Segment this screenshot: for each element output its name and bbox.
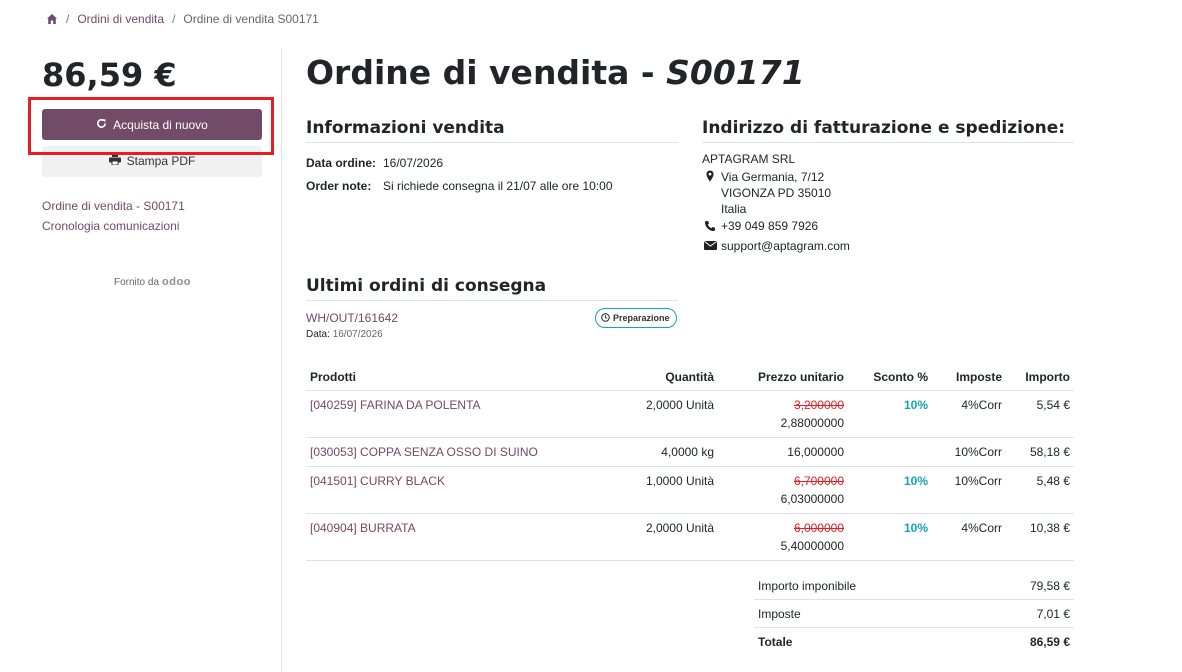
order-amount: 86,59 €	[42, 56, 177, 94]
address-city: VIGONZA PD 35010	[721, 186, 832, 200]
line-quantity: 1,0000 Unità	[564, 466, 718, 514]
line-taxes: 4%Corr	[932, 390, 1006, 438]
total-label: Totale	[758, 634, 793, 649]
line-product-link[interactable]: [040904] BURRATA	[306, 513, 564, 561]
table-row: [040904] BURRATA 2,0000 Unità 6,000000 5…	[306, 513, 1074, 561]
breadcrumb: / Ordini di vendita / Ordine di vendita …	[46, 12, 319, 26]
totals-table: Importo imponibile 79,58 € Imposte 7,01 …	[754, 572, 1074, 655]
powered-by: Fornito da odoo	[114, 276, 191, 288]
total-value: 86,59 €	[1029, 634, 1070, 649]
line-amount: 58,18 €	[1006, 437, 1074, 467]
status-badge: Preparazione	[595, 308, 677, 328]
line-amount: 5,54 €	[1006, 390, 1074, 438]
table-row: [041501] CURRY BLACK 1,0000 Unità 6,7000…	[306, 466, 1074, 514]
section-divider	[702, 142, 1074, 143]
delivery-date: Data: 16/07/2026	[306, 329, 383, 340]
powered-by-label: Fornito da	[114, 276, 160, 288]
untaxed-value: 79,58 €	[974, 572, 1074, 600]
line-amount: 10,38 €	[1006, 513, 1074, 561]
line-price: 16,000000	[787, 445, 844, 459]
print-pdf-label: Stampa PDF	[126, 153, 196, 168]
phone-icon	[704, 220, 716, 232]
map-marker-icon	[704, 170, 716, 182]
line-taxes: 10%Corr	[932, 466, 1006, 514]
order-date-value: 16/07/2026	[383, 156, 444, 170]
breadcrumb-current: Ordine di vendita S00171	[183, 12, 319, 26]
untaxed-label: Importo imponibile	[754, 572, 975, 600]
clock-icon	[601, 312, 610, 324]
col-discount: Sconto %	[848, 366, 932, 391]
order-lines-table: Prodotti Quantità Prezzo unitario Sconto…	[306, 366, 1074, 561]
odoo-logo[interactable]: odoo	[162, 276, 191, 288]
sales-info-title: Informazioni vendita	[306, 118, 505, 138]
totals-row-total: Totale 86,59 €	[754, 628, 1074, 656]
line-amount: 5,48 €	[1006, 466, 1074, 514]
line-discounted-price: 2,88000000	[780, 416, 844, 430]
highlight-box	[28, 97, 274, 155]
address-title: Indirizzo di fatturazione e spedizione:	[702, 118, 1066, 138]
line-discount: 10%	[848, 390, 932, 438]
page-title: Ordine di vendita - S00171	[306, 53, 805, 92]
col-products: Prodotti	[306, 366, 564, 391]
deliveries-title: Ultimi ordini di consegna	[306, 276, 547, 296]
delivery-date-value: 16/07/2026	[332, 329, 383, 340]
totals-row-taxes: Imposte 7,01 €	[754, 599, 1074, 628]
line-discounted-price: 5,40000000	[780, 539, 844, 553]
line-discount: 10%	[848, 513, 932, 561]
address-phone: +39 049 859 7926	[721, 219, 819, 233]
section-divider	[306, 300, 678, 301]
page-title-prefix: Ordine di vendita -	[306, 53, 667, 92]
address-street: Via Germania, 7/12	[721, 170, 825, 184]
table-header-row: Prodotti Quantità Prezzo unitario Sconto…	[306, 366, 1074, 391]
line-discount	[848, 437, 932, 467]
breadcrumb-sales-orders[interactable]: Ordini di vendita	[77, 12, 164, 26]
order-date-label: Data ordine:	[306, 156, 377, 170]
print-icon	[108, 153, 121, 168]
breadcrumb-separator: /	[172, 12, 176, 26]
order-reference: S00171	[666, 53, 805, 92]
sidebar-link-sales-order[interactable]: Ordine di vendita - S00171	[42, 199, 185, 213]
line-original-price: 6,700000	[793, 474, 844, 488]
col-unit-price: Prezzo unitario	[718, 366, 848, 391]
line-original-price: 6,000000	[793, 521, 844, 535]
line-product-link[interactable]: [040259] FARINA DA POLENTA	[306, 390, 564, 438]
col-amount: Importo	[1006, 366, 1074, 391]
line-quantity: 2,0000 Unità	[564, 390, 718, 438]
vertical-divider	[281, 48, 282, 672]
status-badge-label: Preparazione	[613, 313, 670, 323]
totals-row-untaxed: Importo imponibile 79,58 €	[754, 572, 1074, 600]
line-quantity: 4,0000 kg	[564, 437, 718, 467]
table-row: [030053] COPPA SENZA OSSO DI SUINO 4,000…	[306, 437, 1074, 467]
table-row: [040259] FARINA DA POLENTA 2,0000 Unità …	[306, 390, 1074, 438]
taxes-label: Imposte	[754, 599, 975, 628]
line-discount: 10%	[848, 466, 932, 514]
section-divider	[306, 142, 678, 143]
delivery-reference-link[interactable]: WH/OUT/161642	[306, 311, 398, 325]
sidebar-link-communication-history[interactable]: Cronologia comunicazioni	[42, 219, 179, 233]
taxes-value: 7,01 €	[974, 599, 1074, 628]
address-email: support@aptagram.com	[721, 239, 850, 253]
line-unit-price: 6,000000 5,40000000	[718, 513, 848, 561]
home-icon[interactable]	[46, 13, 58, 25]
line-discounted-price: 6,03000000	[780, 492, 844, 506]
col-quantity: Quantità	[564, 366, 718, 391]
col-taxes: Imposte	[932, 366, 1006, 391]
line-quantity: 2,0000 Unità	[564, 513, 718, 561]
company-name: APTAGRAM SRL	[702, 152, 796, 166]
order-note-value: Si richiede consegna il 21/07 alle ore 1…	[383, 179, 613, 193]
line-unit-price: 6,700000 6,03000000	[718, 466, 848, 514]
line-taxes: 10%Corr	[932, 437, 1006, 467]
line-product-link[interactable]: [030053] COPPA SENZA OSSO DI SUINO	[306, 437, 564, 467]
line-unit-price: 16,000000	[718, 437, 848, 467]
line-original-price: 3,200000	[793, 398, 844, 412]
address-country: Italia	[721, 202, 747, 216]
line-taxes: 4%Corr	[932, 513, 1006, 561]
delivery-date-label: Data:	[306, 329, 330, 340]
line-unit-price: 3,200000 2,88000000	[718, 390, 848, 438]
line-product-link[interactable]: [041501] CURRY BLACK	[306, 466, 564, 514]
breadcrumb-separator: /	[66, 12, 70, 26]
envelope-icon	[704, 240, 717, 252]
order-note-label: Order note:	[306, 179, 372, 193]
